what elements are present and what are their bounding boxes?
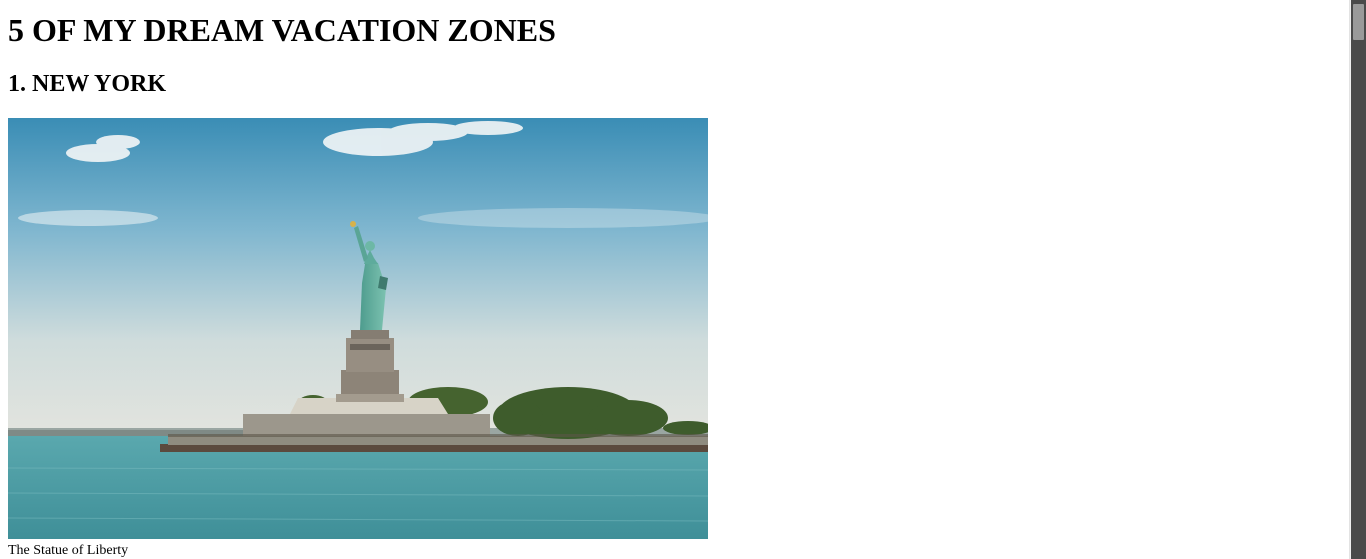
photo-illustration: [8, 118, 708, 539]
scrollbar-thumb[interactable]: [1353, 4, 1364, 40]
image-caption: The Statue of Liberty: [8, 543, 129, 558]
page-title: 5 OF MY DREAM VACATION ZONES: [8, 12, 556, 48]
statue-of-liberty-image: [8, 118, 708, 539]
section-heading: 1. NEW YORK: [8, 71, 167, 97]
vertical-scrollbar[interactable]: [1349, 0, 1366, 559]
scrollbar-track[interactable]: [1351, 0, 1366, 559]
